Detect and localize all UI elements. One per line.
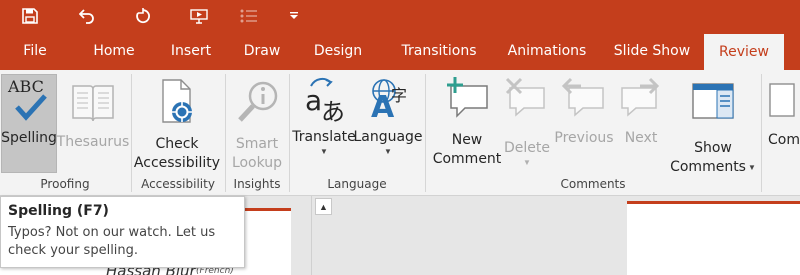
delete-comment-button[interactable]: Delete ▼ bbox=[504, 74, 550, 173]
start-from-beginning-icon[interactable] bbox=[185, 3, 213, 29]
group-label-comments: Comments bbox=[560, 177, 626, 191]
group-label-proofing: Proofing bbox=[40, 177, 90, 191]
tab-slide-show[interactable]: Slide Show bbox=[604, 33, 700, 70]
chevron-down-icon: ▼ bbox=[320, 147, 328, 156]
translate-icon: a あ bbox=[299, 76, 349, 126]
tab-design[interactable]: Design bbox=[305, 33, 371, 70]
language-button[interactable]: A 字 Language ▼ bbox=[353, 74, 423, 173]
group-label-language: Language bbox=[327, 177, 387, 191]
next-comment-icon bbox=[618, 76, 664, 127]
tab-transitions[interactable]: Transitions bbox=[387, 33, 491, 70]
undo-icon[interactable] bbox=[73, 3, 101, 29]
show-comments-icon bbox=[691, 82, 735, 125]
smart-lookup-button[interactable]: Smart Lookup bbox=[228, 74, 286, 173]
group-divider bbox=[131, 74, 132, 192]
ribbon: ABC Spelling Thesaurus Proofing Check Ac… bbox=[0, 70, 800, 196]
group-divider bbox=[761, 74, 762, 192]
tab-file[interactable]: File bbox=[10, 33, 60, 70]
arrow-up-icon: ▲ bbox=[319, 201, 328, 212]
group-divider bbox=[425, 74, 426, 192]
compare-button[interactable]: Com bbox=[766, 74, 800, 173]
tab-insert[interactable]: Insert bbox=[162, 33, 220, 70]
thesaurus-button[interactable]: Thesaurus bbox=[57, 74, 129, 173]
thesaurus-book-icon bbox=[70, 80, 116, 129]
tab-animations[interactable]: Animations bbox=[497, 33, 597, 70]
ribbon-tabs: File Home Insert Draw Design Transitions… bbox=[0, 33, 800, 70]
check-accessibility-button[interactable]: Check Accessibility bbox=[134, 74, 220, 173]
check-accessibility-icon bbox=[157, 78, 197, 131]
tab-review[interactable]: Review bbox=[704, 33, 784, 70]
tab-home[interactable]: Home bbox=[86, 33, 142, 70]
redo-icon[interactable] bbox=[129, 3, 157, 29]
tooltip-description: Typos? Not on our watch. Let us check yo… bbox=[8, 225, 216, 258]
spelling-tooltip: Spelling (F7) Typos? Not on our watch. L… bbox=[0, 196, 245, 268]
spelling-button[interactable]: ABC Spelling bbox=[1, 74, 57, 173]
group-label-accessibility: Accessibility bbox=[141, 177, 215, 191]
delete-comment-icon bbox=[504, 76, 550, 127]
tab-draw[interactable]: Draw bbox=[236, 33, 288, 70]
language-icon: A 字 bbox=[363, 76, 413, 125]
smart-lookup-icon bbox=[235, 78, 279, 131]
previous-comment-icon bbox=[561, 76, 607, 127]
next-comment-button[interactable]: Next bbox=[615, 74, 667, 173]
group-label-insights: Insights bbox=[233, 177, 281, 191]
group-divider bbox=[289, 74, 290, 192]
slide-canvas[interactable] bbox=[627, 201, 800, 275]
new-comment-button[interactable]: New Comment bbox=[430, 74, 504, 173]
tooltip-title: Spelling (F7) bbox=[8, 203, 109, 219]
new-comment-icon bbox=[443, 76, 491, 127]
show-comments-button[interactable]: Show Comments ▼ bbox=[670, 74, 756, 175]
group-divider bbox=[225, 74, 226, 192]
spelling-abc-icon: ABC bbox=[6, 77, 52, 125]
chevron-down-icon: ▼ bbox=[523, 158, 531, 167]
compare-icon bbox=[768, 80, 800, 129]
quick-access-toolbar bbox=[0, 0, 800, 33]
bullets-icon[interactable] bbox=[235, 3, 263, 29]
scroll-up-button[interactable]: ▲ bbox=[315, 198, 332, 215]
chevron-down-icon: ▼ bbox=[384, 147, 392, 156]
chevron-down-icon: ▼ bbox=[747, 162, 756, 172]
save-icon[interactable] bbox=[16, 3, 44, 29]
customize-qat-icon[interactable] bbox=[283, 3, 305, 29]
previous-comment-button[interactable]: Previous bbox=[553, 74, 615, 173]
translate-button[interactable]: a あ Translate ▼ bbox=[292, 74, 356, 173]
